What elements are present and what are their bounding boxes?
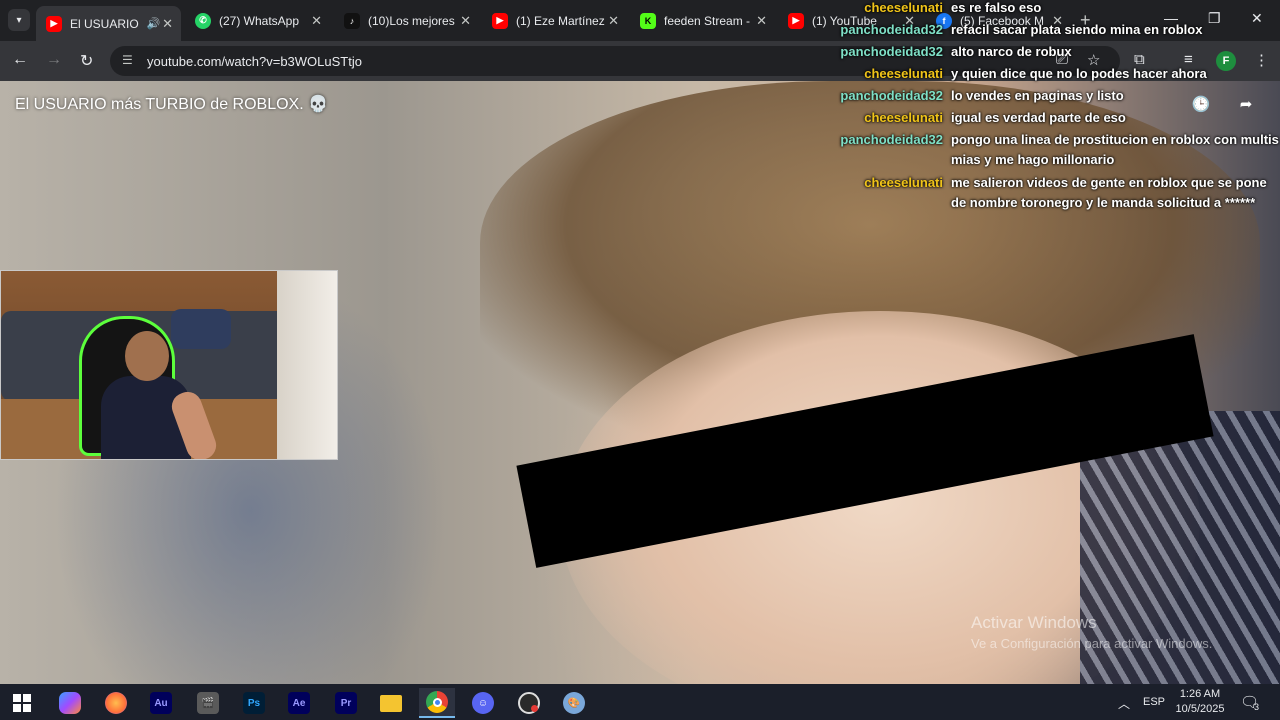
tab-label: (27) WhatsApp [219, 13, 300, 28]
taskbar-app-premiere[interactable]: Pr [328, 688, 364, 718]
clock-date: 10/5/2025 [1175, 703, 1225, 715]
facebook-icon: f [936, 12, 952, 29]
tab-label: El USUARIO [70, 16, 139, 31]
youtube-icon: ▶ [788, 12, 804, 29]
activate-windows-title: Activar Windows [971, 613, 1097, 632]
webcam-person-head [125, 331, 169, 381]
tab-search-button[interactable]: ▾ [8, 9, 30, 31]
webcam-wall [277, 271, 337, 459]
close-icon[interactable]: ✕ [608, 13, 619, 29]
close-icon[interactable]: ✕ [162, 16, 173, 32]
close-icon[interactable]: ✕ [311, 13, 322, 29]
chevron-up-icon[interactable]: ︿ [1118, 695, 1130, 712]
windows-logo-icon [13, 694, 31, 712]
notification-count: 3 [1254, 702, 1260, 712]
browser-toolbar: ← → ↻ ☰ youtube.com/watch?v=b3WOLuSTtjo … [0, 41, 1280, 81]
taskbar-app-obs[interactable] [511, 688, 547, 718]
taskbar-app-firefox[interactable] [98, 688, 134, 718]
taskbar-app-after-effects[interactable]: Ae [281, 688, 317, 718]
taskbar-app-copilot[interactable] [52, 688, 88, 718]
kick-icon: K [640, 12, 656, 29]
close-icon[interactable]: ✕ [756, 13, 767, 29]
whatsapp-icon: ✆ [195, 12, 211, 29]
obs-icon [518, 692, 540, 714]
taskbar-app-discord[interactable]: ☺ [465, 688, 501, 718]
close-icon[interactable]: ✕ [1052, 13, 1063, 29]
tab-youtube-channel[interactable]: ▶ (1) Eze Martínez ✕ [482, 6, 627, 35]
close-window-icon[interactable]: ✕ [1251, 10, 1263, 27]
windows-taskbar: Au 🎬 Ps Ae Pr ☺ 🎨 ︿ ESP 1:26 AM 10/5/202… [0, 684, 1280, 720]
photoshop-icon: Ps [243, 692, 265, 714]
chrome-icon [426, 691, 448, 713]
close-icon[interactable]: ✕ [904, 13, 915, 29]
reload-button[interactable]: ↻ [80, 51, 93, 71]
youtube-icon: ▶ [46, 15, 62, 32]
taskbar-app-photoshop[interactable]: Ps [236, 688, 272, 718]
webcam-pillow [171, 309, 231, 349]
after-effects-icon: Ae [288, 692, 310, 714]
premiere-icon: Pr [335, 692, 357, 714]
tab-label: (10)Los mejores [368, 13, 455, 28]
tab-kick[interactable]: K feeden Stream - ✕ [630, 6, 775, 35]
minimize-icon[interactable]: — [1164, 10, 1178, 26]
discord-icon: ☺ [472, 692, 494, 714]
clock-time: 1:26 AM [1179, 688, 1221, 700]
watch-later-icon[interactable]: 🕒 [1190, 93, 1212, 115]
tab-youtube-home[interactable]: ▶ (1) YouTube ✕ [778, 6, 923, 35]
taskbar-app-paint[interactable]: 🎨 [556, 688, 592, 718]
extensions-icon[interactable]: ⧉ [1134, 51, 1145, 68]
tab-tiktok[interactable]: ♪ (10)Los mejores ✕ [334, 6, 479, 35]
tab-label: feeden Stream - [664, 13, 751, 28]
tab-youtube-video[interactable]: ▶ El USUARIO 🔊 ✕ [36, 6, 181, 41]
paint-icon: 🎨 [563, 692, 585, 714]
close-icon[interactable]: ✕ [460, 13, 471, 29]
restore-icon[interactable]: ❐ [1208, 10, 1221, 27]
activate-windows-subtitle: Ve a Configuración para activar Windows. [971, 636, 1213, 651]
kebab-menu-icon[interactable]: ⋮ [1254, 51, 1269, 69]
new-tab-button[interactable]: + [1080, 10, 1091, 31]
taskbar-app-clapper[interactable]: 🎬 [190, 688, 226, 718]
taskbar-app-chrome[interactable] [419, 688, 455, 718]
folder-icon [380, 694, 402, 712]
system-clock[interactable]: 1:26 AM 10/5/2025 [1172, 687, 1228, 717]
tiktok-icon: ♪ [344, 12, 360, 29]
copilot-icon [59, 692, 81, 714]
cast-icon[interactable]: ⎚ [1056, 51, 1068, 68]
chevron-down-icon: ▾ [16, 14, 22, 26]
profile-avatar[interactable]: F [1216, 51, 1236, 71]
address-bar[interactable]: ☰ youtube.com/watch?v=b3WOLuSTtjo [110, 46, 1120, 76]
taskbar-app-file-explorer[interactable] [373, 688, 409, 718]
tab-label: (5) Facebook M [960, 13, 1045, 28]
site-info-icon[interactable]: ☰ [122, 53, 133, 67]
media-control-icon[interactable]: ≡ [1184, 51, 1193, 68]
url-text[interactable]: youtube.com/watch?v=b3WOLuSTtjo [147, 54, 362, 69]
forward-button[interactable]: → [46, 51, 62, 69]
tab-label: (1) YouTube [812, 13, 877, 28]
share-icon[interactable]: ➦ [1235, 93, 1257, 115]
video-title[interactable]: El USUARIO más TURBIO de ROBLOX. 💀 [15, 94, 328, 114]
bookmark-star-icon[interactable]: ☆ [1087, 51, 1100, 69]
tab-label: (1) Eze Martínez [516, 13, 605, 28]
tab-facebook[interactable]: f (5) Facebook M ✕ [926, 6, 1071, 35]
youtube-icon: ▶ [492, 12, 508, 29]
taskbar-app-audition[interactable]: Au [143, 688, 179, 718]
start-button[interactable] [4, 688, 40, 718]
language-indicator[interactable]: ESP [1143, 696, 1165, 708]
tab-whatsapp[interactable]: ✆ (27) WhatsApp ✕ [185, 6, 330, 35]
audition-icon: Au [150, 692, 172, 714]
back-button[interactable]: ← [12, 51, 28, 69]
firefox-icon [105, 692, 127, 714]
webcam-overlay [0, 270, 338, 460]
speaker-icon[interactable]: 🔊 [147, 17, 161, 30]
tab-bar: ▾ ▶ El USUARIO 🔊 ✕ ✆ (27) WhatsApp ✕ ♪ (… [0, 0, 1280, 41]
clapperboard-icon: 🎬 [197, 692, 219, 714]
